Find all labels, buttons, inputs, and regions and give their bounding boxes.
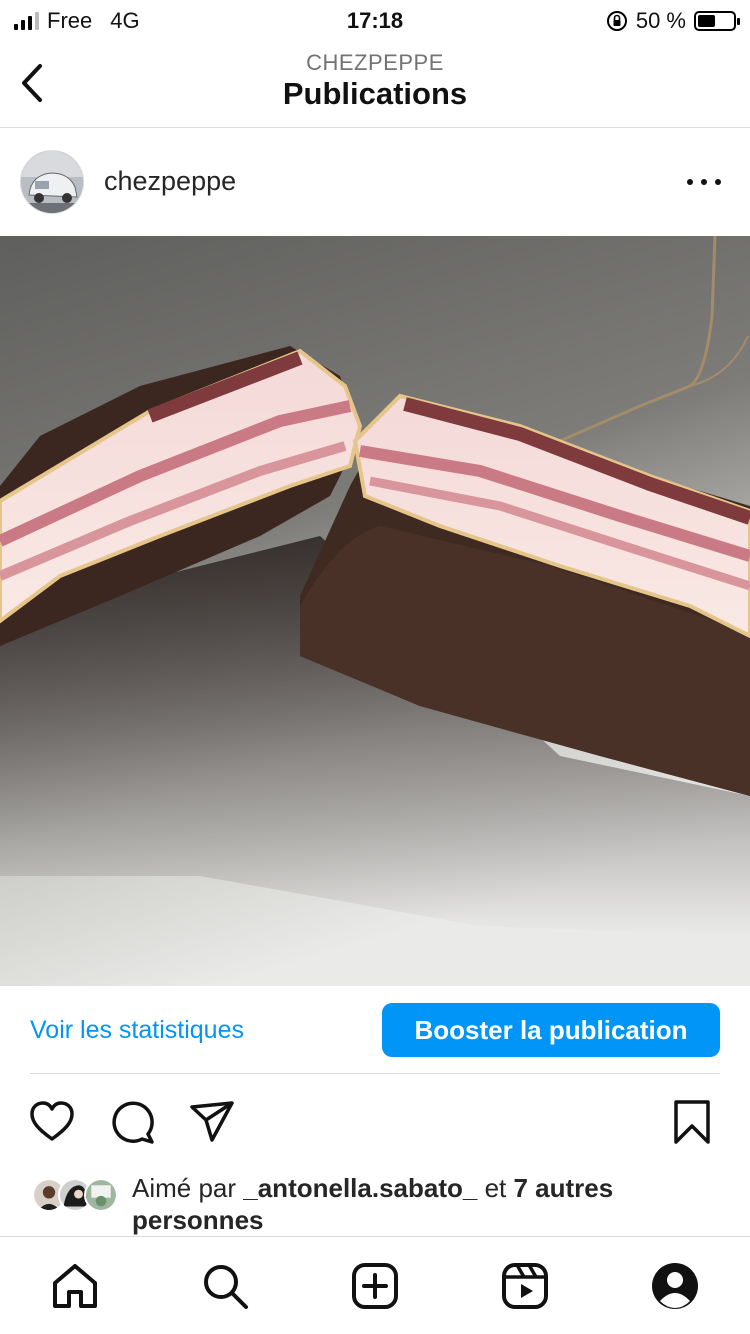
reels-icon[interactable]: [500, 1261, 550, 1311]
post-header: chezpeppe: [0, 128, 750, 236]
profile-icon[interactable]: [650, 1261, 700, 1311]
liked-by-user[interactable]: _antonella.sabato_: [243, 1173, 477, 1203]
share-icon[interactable]: [188, 1098, 236, 1146]
likes-middle: et: [477, 1173, 514, 1203]
battery-fill: [698, 15, 715, 27]
battery-percent: 50 %: [635, 8, 686, 33]
likes-summary: Aimé par _antonella.sabato_ et 7 autres …: [32, 1172, 732, 1236]
likes-prefix: Aimé par: [132, 1173, 244, 1203]
post-actions: [0, 1098, 750, 1148]
page-title: Publications: [282, 76, 468, 111]
bookmark-icon[interactable]: [668, 1098, 716, 1146]
bottom-tab-bar: [0, 1236, 750, 1334]
avatar[interactable]: [20, 150, 84, 214]
status-bar: Free 4G 17:18 50 %: [0, 0, 750, 42]
view-insights-link[interactable]: Voir les statistiques: [30, 1016, 244, 1045]
comment-icon[interactable]: [108, 1098, 156, 1146]
divider: [30, 1073, 720, 1074]
ellipsis-icon[interactable]: [684, 170, 724, 194]
battery-icon: [694, 11, 740, 31]
create-icon[interactable]: [350, 1261, 400, 1311]
home-icon[interactable]: [50, 1261, 100, 1311]
account-name: CHEZPEPPE: [306, 50, 444, 75]
nav-header: CHEZPEPPE Publications: [0, 42, 750, 128]
search-icon[interactable]: [200, 1261, 250, 1311]
boost-post-button[interactable]: Booster la publication: [382, 1003, 720, 1057]
post-username[interactable]: chezpeppe: [104, 166, 236, 197]
status-right: 50 %: [606, 8, 740, 34]
orientation-lock-icon: [606, 11, 627, 31]
insights-row: Voir les statistiques Booster la publica…: [0, 986, 750, 1074]
heart-icon[interactable]: [28, 1098, 76, 1146]
post-image[interactable]: [0, 236, 750, 986]
